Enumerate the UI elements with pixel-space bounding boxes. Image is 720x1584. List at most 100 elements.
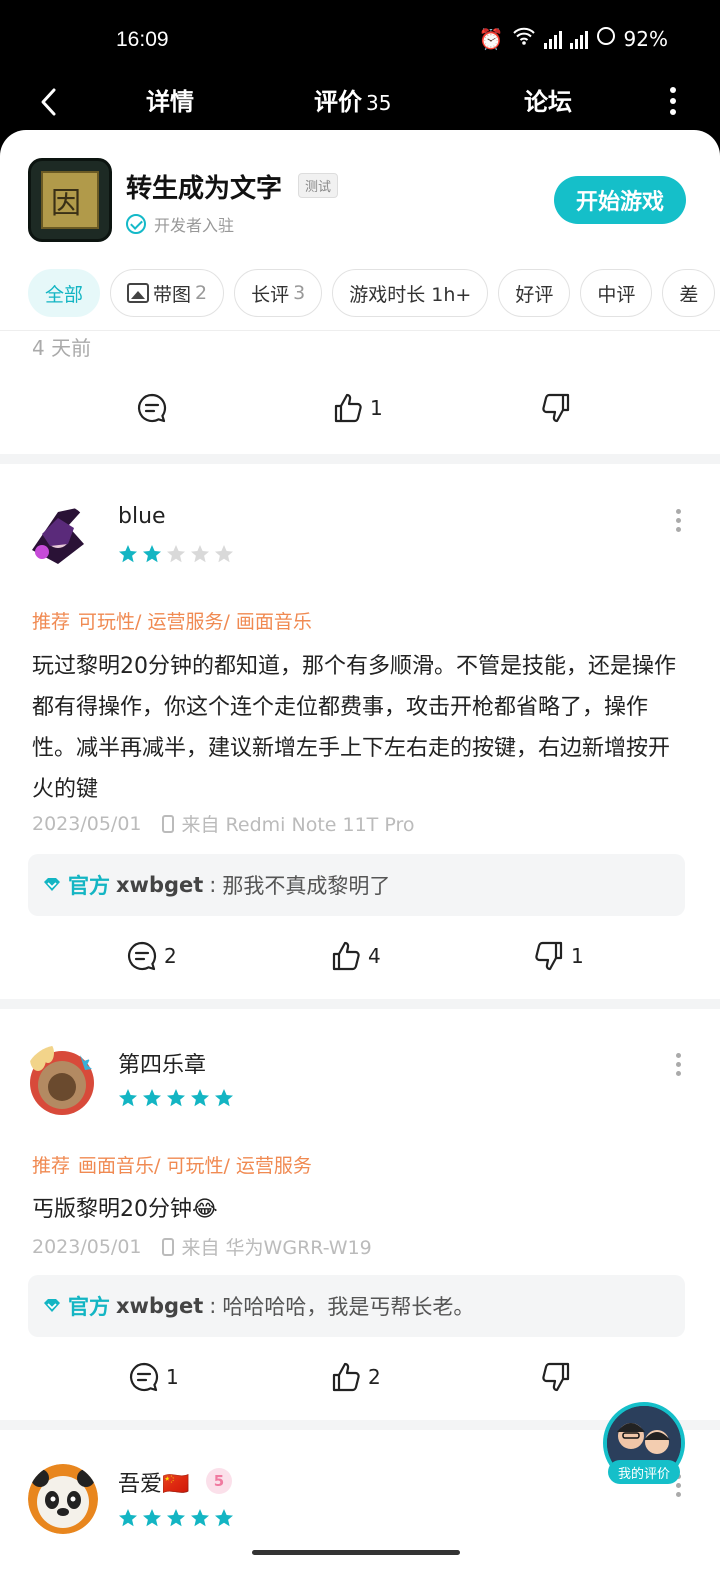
game-icon[interactable]: 因 bbox=[28, 158, 112, 242]
review-count: 35 bbox=[366, 91, 392, 115]
dislike-button[interactable] bbox=[540, 1361, 578, 1393]
content-sheet: 因 转生成为文字 测试 开发者入驻 开始游戏 全部 带图 2 长评 3 游戏时长 1… bbox=[0, 130, 720, 1584]
developer-row: 开发者入驻 bbox=[126, 212, 234, 236]
alarm-icon: ⏰ bbox=[478, 26, 504, 51]
avatar[interactable] bbox=[28, 1464, 98, 1534]
wifi-icon bbox=[512, 26, 536, 51]
review-more-icon[interactable] bbox=[676, 1053, 682, 1080]
filter-playtime-label: 游戏时长 1h+ bbox=[349, 283, 472, 306]
level-badge: 5 bbox=[206, 1468, 232, 1494]
home-indicator[interactable] bbox=[252, 1550, 460, 1555]
star-icon bbox=[215, 1089, 233, 1107]
filter-all-label: 全部 bbox=[45, 283, 84, 306]
thumbs-up-icon bbox=[332, 1362, 360, 1392]
like-button[interactable]: 2 bbox=[330, 1361, 381, 1393]
tab-forum-label: 论坛 bbox=[524, 88, 572, 116]
star-icon bbox=[167, 1089, 185, 1107]
filter-with-images[interactable]: 带图 2 bbox=[110, 269, 225, 317]
battery-icon bbox=[596, 26, 616, 51]
official-label: 官方 bbox=[68, 874, 110, 898]
thumbs-down-icon bbox=[542, 393, 570, 423]
filter-long-review-label: 长评 bbox=[251, 283, 290, 306]
recommend-tags: 推荐 可玩性/ 运营服务/ 画面音乐 bbox=[32, 607, 312, 634]
filter-negative-label: 差 bbox=[679, 283, 699, 306]
thumbs-up-icon bbox=[332, 941, 360, 971]
review-more-icon[interactable] bbox=[676, 509, 682, 536]
star-rating bbox=[118, 544, 234, 564]
recommend-tags: 推荐 画面音乐/ 可玩性/ 运营服务 bbox=[32, 1151, 312, 1178]
top-nav: 详情 评价 35 论坛 bbox=[0, 70, 720, 132]
comment-button[interactable] bbox=[136, 392, 168, 424]
comment-count: 2 bbox=[164, 944, 177, 968]
star-icon bbox=[167, 545, 185, 563]
like-button[interactable]: 1 bbox=[332, 392, 383, 424]
developer-label: 开发者入驻 bbox=[154, 216, 235, 235]
username[interactable]: 第四乐章 bbox=[118, 1047, 206, 1079]
dislike-button[interactable]: 1 bbox=[533, 940, 584, 972]
avatar[interactable] bbox=[28, 504, 90, 566]
official-label: 官方 bbox=[68, 1295, 110, 1319]
review-actions: 1 2 bbox=[0, 1361, 720, 1401]
tab-forum[interactable]: 论坛 bbox=[524, 82, 572, 117]
avatar[interactable] bbox=[24, 1045, 96, 1117]
filter-long-review[interactable]: 长评 3 bbox=[234, 269, 323, 317]
tab-reviews[interactable]: 评价 35 bbox=[314, 82, 391, 117]
prev-review-time: 4 天前 bbox=[32, 336, 92, 360]
star-icon bbox=[215, 1509, 233, 1527]
star-rating bbox=[118, 1508, 234, 1528]
like-button[interactable]: 4 bbox=[330, 940, 381, 972]
thumbs-down-icon bbox=[542, 1362, 570, 1392]
review-date: 2023/05/01 bbox=[32, 812, 142, 835]
comment-icon bbox=[137, 393, 167, 423]
review-card: 第四乐章 推荐 画面音乐/ 可玩性/ 运营服务 丐版黎明20分钟😂 2023/05… bbox=[0, 1009, 720, 1409]
status-icons: ⏰ 92% bbox=[479, 26, 668, 51]
tab-details-label: 详情 bbox=[146, 88, 194, 116]
filter-all[interactable]: 全部 bbox=[28, 269, 101, 317]
prev-review-actions: 1 bbox=[0, 392, 720, 432]
comment-button[interactable]: 2 bbox=[126, 940, 177, 972]
official-reply[interactable]: 官方 xwbget : 哈哈哈哈，我是丐帮长老。 bbox=[28, 1275, 685, 1337]
filter-long-review-count: 3 bbox=[293, 282, 306, 304]
review-actions: 2 4 1 bbox=[0, 940, 720, 980]
tag-list: 画面音乐/ 可玩性/ 运营服务 bbox=[78, 1155, 312, 1177]
filter-negative[interactable]: 差 bbox=[662, 269, 716, 317]
status-time: 16:09 bbox=[116, 28, 169, 51]
signal-icon-2 bbox=[569, 29, 588, 49]
star-icon bbox=[143, 1509, 161, 1527]
game-title: 转生成为文字 bbox=[126, 174, 283, 204]
username[interactable]: 吾爱🇨🇳 bbox=[118, 1466, 189, 1498]
star-icon bbox=[191, 1089, 209, 1107]
star-icon bbox=[143, 1089, 161, 1107]
game-icon-glyph: 因 bbox=[51, 186, 81, 221]
star-icon bbox=[167, 1509, 185, 1527]
reply-text: 哈哈哈哈，我是丐帮长老。 bbox=[222, 1295, 475, 1319]
thumbs-down-icon bbox=[535, 941, 563, 971]
section-divider bbox=[0, 999, 720, 1009]
filter-positive-label: 好评 bbox=[515, 283, 554, 306]
filter-neutral[interactable]: 中评 bbox=[580, 269, 653, 317]
more-menu-icon[interactable] bbox=[668, 84, 678, 115]
official-reply[interactable]: 官方 xwbget : 那我不真成黎明了 bbox=[28, 854, 685, 916]
filter-neutral-label: 中评 bbox=[597, 283, 636, 306]
reply-author: xwbget bbox=[116, 873, 204, 897]
like-count: 2 bbox=[368, 1365, 381, 1389]
start-game-button[interactable]: 开始游戏 bbox=[554, 176, 686, 224]
filter-playtime[interactable]: 游戏时长 1h+ bbox=[332, 269, 489, 317]
username[interactable]: blue bbox=[118, 504, 166, 529]
review-card: blue 推荐 可玩性/ 运营服务/ 画面音乐 玩过黎明20分钟的都知道，那个有多… bbox=[0, 464, 720, 994]
thumbs-up-icon bbox=[334, 393, 362, 423]
review-body: 玩过黎明20分钟的都知道，那个有多顺滑。不管是技能，还是操作都有得操作，你这个连… bbox=[32, 654, 676, 802]
filter-positive[interactable]: 好评 bbox=[498, 269, 571, 317]
tab-details[interactable]: 详情 bbox=[146, 82, 194, 117]
back-icon[interactable] bbox=[34, 80, 64, 120]
star-icon bbox=[119, 1089, 137, 1107]
star-icon bbox=[119, 545, 137, 563]
my-review-label[interactable]: 我的评价 bbox=[608, 1460, 680, 1484]
comment-button[interactable]: 1 bbox=[128, 1361, 179, 1393]
dislike-button[interactable] bbox=[540, 392, 572, 424]
comment-count: 1 bbox=[166, 1365, 179, 1389]
test-badge: 测试 bbox=[298, 173, 339, 198]
reply-colon: : bbox=[209, 1294, 217, 1318]
dislike-count: 1 bbox=[571, 944, 584, 968]
comment-icon bbox=[127, 941, 157, 971]
